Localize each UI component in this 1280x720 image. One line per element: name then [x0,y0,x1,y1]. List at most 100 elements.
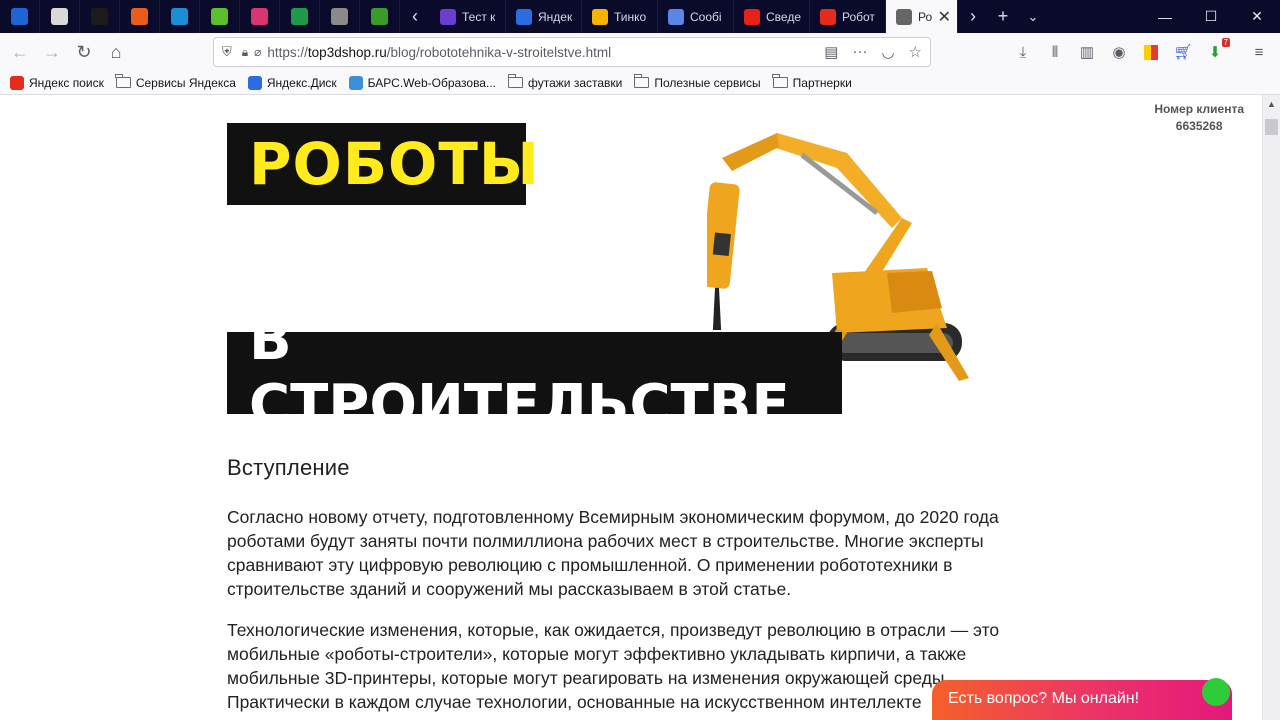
bookmark-label: Яндекс поиск [29,75,104,90]
online-status-icon [1202,678,1230,706]
tab-title: Тест к [462,9,496,24]
bookmark-item[interactable]: футажи заставки [507,74,623,90]
tab-title: Яндек [538,9,573,24]
close-window-button[interactable]: ✕ [1234,0,1280,33]
mail-icon [11,8,28,25]
tab[interactable]: Робот [810,0,886,33]
pinned-tab[interactable] [160,0,200,33]
pocket-icon[interactable]: ◡ [881,43,894,61]
client-label: Номер клиента [1154,102,1244,116]
open-tabs: Тест к Яндек Тинко Сообі Сведе Робот Ро ✕ [430,0,958,33]
lock-icon[interactable]: 🔒︎ [242,45,248,60]
url-bar[interactable]: ⛨ 🔒︎ ⌀ https://top3dshop.ru/blog/robotot… [213,37,931,67]
yandex-disk-icon [247,75,262,90]
extension-download-icon[interactable]: ⬇ 7 [1204,38,1230,63]
yandex-disk-icon [516,8,532,25]
bookmark-label: футажи заставки [528,75,623,90]
tracking-shield-icon[interactable]: ⛨ [222,44,232,60]
pinned-tab[interactable] [240,0,280,33]
youtube-icon [744,8,760,25]
forward-button[interactable]: → [36,36,68,68]
pinned-tab[interactable] [120,0,160,33]
tab-title: Тинко [614,9,647,24]
chat-label: Есть вопрос? Мы онлайн! [948,690,1140,707]
plus-green-icon [291,8,308,25]
article-paragraph-1: Согласно новому отчету, подготовленному … [227,507,999,599]
account-icon[interactable]: ◉ [1108,41,1130,63]
yandex-icon [820,8,836,25]
bookmark-label: БАРС.Web-Образова... [367,75,496,90]
page-content: Номер клиента 6635268 РОБОТЫ В СТРОИТЕЛЬ… [0,95,1262,720]
tab-title: Сообі [690,9,722,24]
live-chat-widget[interactable]: Есть вопрос? Мы онлайн! [932,678,1232,720]
toolbar-icons: ⤓ ⫴ ▥ ◉ 🛒︎ ⬇ 7 ≡ [1012,33,1270,71]
hero-title-line1: РОБОТЫ [227,123,539,205]
pinned-tab[interactable] [280,0,320,33]
hero-banner: РОБОТЫ В СТРОИТЕЛЬСТВЕ [227,123,987,438]
pinned-tabs [0,0,400,33]
bookmark-label: Полезные сервисы [654,75,761,90]
list-all-tabs-button[interactable]: ⌄ [1018,0,1048,33]
tab-strip: ‹ Тест к Яндек Тинко Сообі Сведе Робот Ро ✕ › +… [0,0,1280,33]
downloads-icon[interactable]: ⤓ [1012,41,1034,63]
bookmarks-toolbar: Яндекс поиск Сервисы Яндекса Яндекс.Диск БА… [0,71,1280,95]
chat-icon [668,8,684,25]
minimize-button[interactable]: — [1142,0,1188,33]
pinned-tab[interactable] [360,0,400,33]
tab[interactable]: Тинко [582,0,658,33]
scroll-up-icon[interactable]: ▲ [1263,95,1280,113]
home-button[interactable]: ⌂ [100,36,132,68]
pinned-tab[interactable] [200,0,240,33]
green-leaf-icon [211,8,228,25]
close-tab-icon[interactable]: ✕ [938,7,951,27]
drive-icon [592,8,608,25]
tab[interactable]: Тест к [430,0,506,33]
tab[interactable]: Яндек [506,0,582,33]
folder-icon [772,74,788,88]
article-body: Вступление Согласно новому отчету, подго… [227,455,1032,720]
client-number: 6635268 [1175,119,1223,133]
sidebar-icon[interactable]: ▥ [1076,41,1098,63]
bookmark-item[interactable]: Яндекс поиск [10,75,104,90]
url-text[interactable]: https://top3dshop.ru/blog/robototehnika-… [267,45,611,60]
bookmark-item[interactable]: Партнерки [772,74,852,90]
kt-logo-icon [371,8,388,25]
back-button[interactable]: ← [4,36,36,68]
maximize-button[interactable]: ☐ [1188,0,1234,33]
pinned-tab[interactable] [320,0,360,33]
window-controls: — ☐ ✕ [1142,0,1280,33]
page-scrollbar[interactable]: ▲ [1262,95,1280,720]
bars-icon [348,75,363,90]
pinned-tab[interactable] [40,0,80,33]
reload-button[interactable]: ↻ [68,36,100,68]
bookmark-item[interactable]: Сервисы Яндекса [115,74,236,90]
folder-icon [507,74,523,88]
app-menu-icon[interactable]: ≡ [1248,41,1270,63]
pinned-tab[interactable] [80,0,120,33]
extension-flag-icon[interactable] [1140,41,1162,63]
scrollbar-thumb[interactable] [1265,119,1278,135]
ice-cream-icon [251,8,268,25]
tabs-scroll-left-button[interactable]: ‹ [400,0,430,33]
active-tab[interactable]: Ро ✕ [886,0,958,33]
tabs-scroll-right-button[interactable]: › [958,0,988,33]
bookmark-item[interactable]: Полезные сервисы [633,74,761,90]
cube-icon [896,8,912,25]
yandex-icon [10,75,24,90]
library-icon[interactable]: ⫴ [1044,41,1066,63]
tab[interactable]: Сведе [734,0,810,33]
page-actions-icon[interactable]: ··· [852,43,867,61]
client-number-block: Номер клиента 6635268 [1154,101,1244,135]
permissions-icon[interactable]: ⌀ [254,45,261,59]
reader-view-icon[interactable]: ▤ [824,43,838,61]
bookmark-item[interactable]: Яндекс.Диск [247,75,337,90]
chatgpt-icon [51,8,68,25]
bookmark-item[interactable]: БАРС.Web-Образова... [348,75,496,90]
tab[interactable]: Сообі [658,0,734,33]
pinned-tab[interactable] [0,0,40,33]
orange-circle-icon [131,8,148,25]
navigation-toolbar: ← → ↻ ⌂ ⛨ 🔒︎ ⌀ https://top3dshop.ru/blog… [0,33,1280,71]
bookmark-star-icon[interactable]: ☆ [909,43,922,61]
cart-icon[interactable]: 🛒︎ [1172,41,1194,63]
new-tab-button[interactable]: + [988,0,1018,33]
